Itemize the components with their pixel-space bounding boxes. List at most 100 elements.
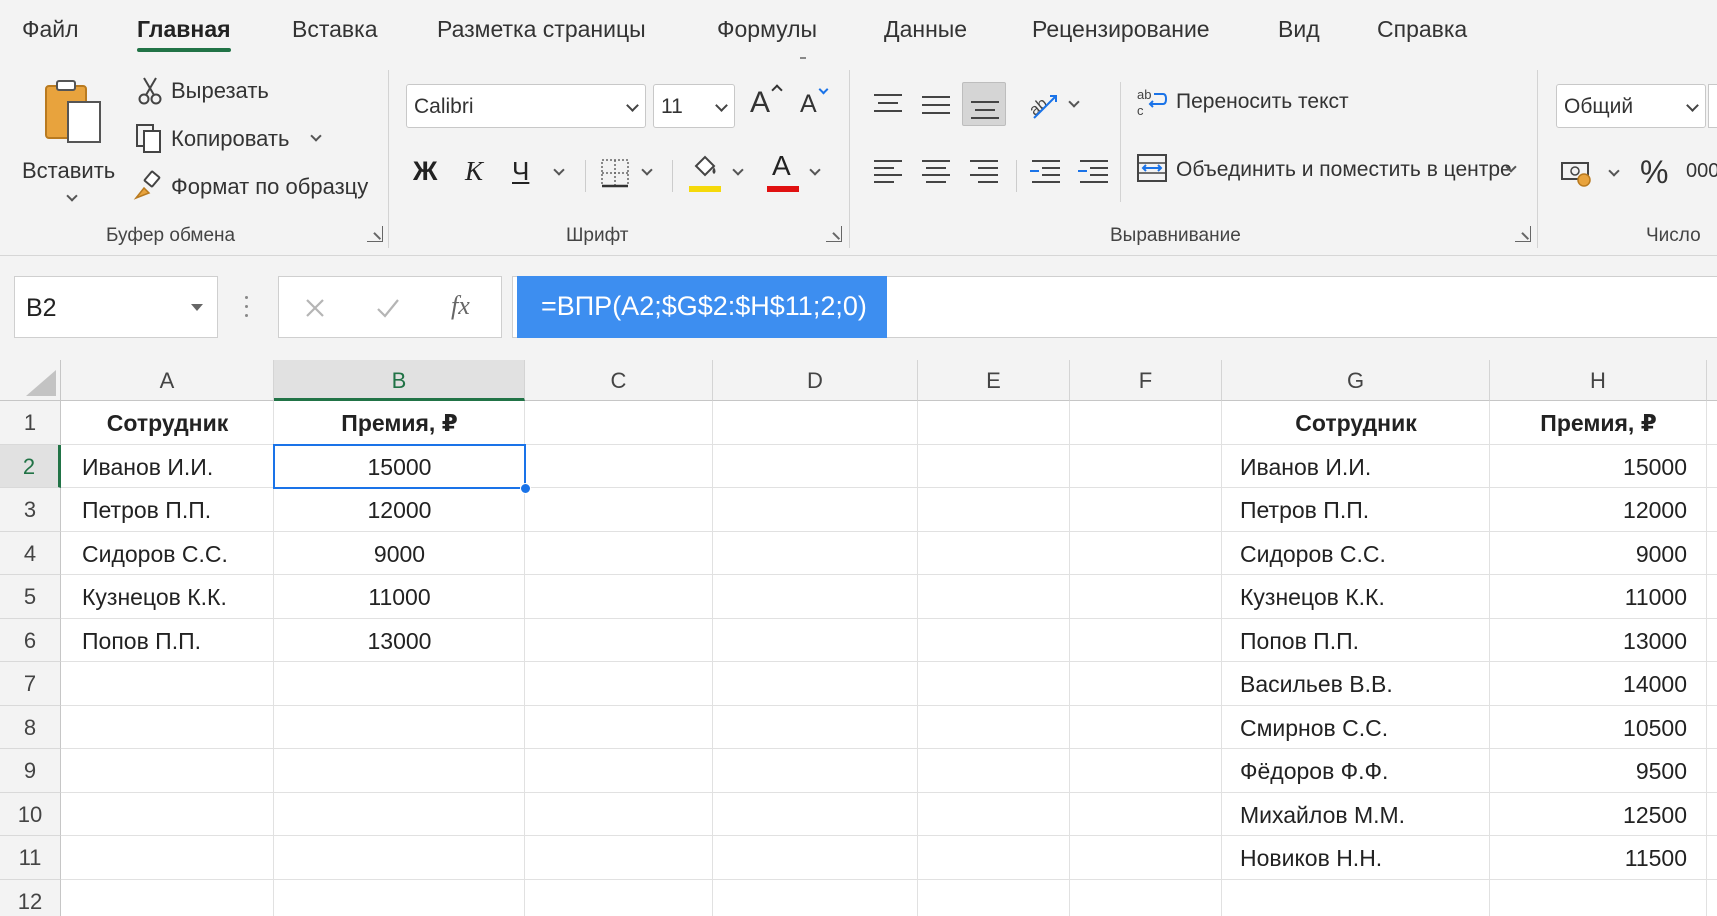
cell-h6[interactable]: 13000 [1490, 619, 1687, 655]
cell-g1[interactable]: Сотрудник [1222, 401, 1490, 437]
cell-g6[interactable]: Попов П.П. [1240, 619, 1359, 655]
orientation-button[interactable]: ab [1024, 82, 1084, 126]
formula-text[interactable]: =ВПР(A2;$G$2:$H$11;2;0) [517, 276, 887, 338]
cell-h11[interactable]: 11500 [1490, 836, 1687, 872]
row-header-12[interactable]: 12 [0, 880, 61, 916]
column-header-g[interactable]: G [1222, 360, 1490, 401]
align-bottom-button[interactable] [962, 82, 1006, 126]
row-header-5[interactable]: 5 [0, 575, 61, 619]
italic-button[interactable]: К [458, 150, 496, 196]
row-header-4[interactable]: 4 [0, 532, 61, 575]
cell-a5[interactable]: Кузнецов К.К. [82, 575, 227, 611]
tab-view[interactable]: Вид [1278, 16, 1320, 43]
cell-g10[interactable]: Михайлов М.М. [1240, 793, 1405, 829]
tab-help[interactable]: Справка [1377, 16, 1467, 43]
underline-button[interactable]: Ч [506, 150, 572, 196]
font-size-select[interactable]: 11 [653, 84, 735, 128]
shrink-font-button[interactable]: A [798, 84, 838, 130]
copy-chevron-down-icon[interactable] [310, 130, 322, 142]
borders-button[interactable] [598, 150, 662, 196]
enter-check-icon[interactable] [375, 296, 401, 320]
fill-color-button[interactable] [688, 150, 754, 196]
row-header-10[interactable]: 10 [0, 793, 61, 836]
font-color-button[interactable]: A [766, 150, 832, 196]
cell-a3[interactable]: Петров П.П. [82, 488, 211, 524]
cell-g2[interactable]: Иванов И.И. [1240, 445, 1371, 481]
font-launcher-icon[interactable] [826, 226, 842, 242]
cancel-icon[interactable] [303, 296, 327, 320]
column-header-c[interactable]: C [525, 360, 713, 401]
cell-h2[interactable]: 15000 [1490, 445, 1687, 481]
cell-b3[interactable]: 12000 [274, 488, 525, 524]
cell-b5[interactable]: 11000 [274, 575, 525, 611]
clipboard-launcher-icon[interactable] [367, 226, 383, 242]
cell-a1[interactable]: Сотрудник [61, 401, 274, 437]
cell-g3[interactable]: Петров П.П. [1240, 488, 1369, 524]
cell-a2[interactable]: Иванов И.И. [82, 445, 213, 481]
cell-h5[interactable]: 11000 [1490, 575, 1687, 611]
thousands-separator-button[interactable]: 000 [1684, 150, 1717, 194]
tab-insert[interactable]: Вставка [292, 16, 378, 43]
tab-review[interactable]: Рецензирование [1032, 16, 1210, 43]
currency-format-button[interactable] [1558, 154, 1628, 194]
row-header-8[interactable]: 8 [0, 706, 61, 749]
font-name-select[interactable]: Calibri [406, 84, 646, 128]
tab-file[interactable]: Файл [22, 16, 79, 43]
row-header-7[interactable]: 7 [0, 662, 61, 706]
column-header-a[interactable]: A [61, 360, 274, 401]
cell-g7[interactable]: Васильев В.В. [1240, 662, 1393, 698]
column-header-b[interactable]: B [274, 360, 525, 401]
format-painter-button[interactable]: Формат по образцу [130, 168, 390, 206]
cell-g9[interactable]: Фёдоров Ф.Ф. [1240, 749, 1388, 785]
row-header-3[interactable]: 3 [0, 488, 61, 532]
increase-indent-button[interactable] [1072, 150, 1116, 194]
cell-a4[interactable]: Сидоров С.С. [82, 532, 228, 568]
column-header-h[interactable]: H [1490, 360, 1707, 401]
align-middle-button[interactable] [914, 82, 958, 126]
cell-b4[interactable]: 9000 [274, 532, 525, 568]
decrease-indent-button[interactable] [1024, 150, 1068, 194]
merge-center-button[interactable]: Объединить и поместить в центре [1134, 148, 1524, 192]
tab-data[interactable]: Данные [884, 16, 967, 43]
cell-a6[interactable]: Попов П.П. [82, 619, 201, 655]
column-header-f[interactable]: F [1070, 360, 1222, 401]
select-all-corner[interactable] [0, 360, 61, 401]
align-right-button[interactable] [962, 150, 1006, 194]
align-top-button[interactable] [866, 82, 910, 126]
name-box[interactable]: B2 [14, 276, 218, 338]
tab-formulas[interactable]: Формулы [717, 16, 817, 43]
insert-function-icon[interactable]: fx [451, 291, 470, 321]
column-header-e[interactable]: E [918, 360, 1070, 401]
cell-h1[interactable]: Премия, ₽ [1490, 401, 1707, 437]
row-header-11[interactable]: 11 [0, 836, 61, 880]
fill-handle[interactable] [520, 483, 531, 494]
cell-h4[interactable]: 9000 [1490, 532, 1687, 568]
paste-chevron-down-icon[interactable] [66, 190, 78, 202]
formula-bar-grip-icon[interactable] [245, 296, 249, 318]
align-left-button[interactable] [866, 150, 910, 194]
cell-b1[interactable]: Премия, ₽ [274, 401, 525, 437]
tab-page-layout[interactable]: Разметка страницы [437, 16, 646, 43]
cell-g4[interactable]: Сидоров С.С. [1240, 532, 1386, 568]
align-center-button[interactable] [914, 150, 958, 194]
number-format-select[interactable]: Общий [1556, 84, 1706, 128]
cell-h8[interactable]: 10500 [1490, 706, 1687, 742]
wrap-text-button[interactable]: ab c Переносить текст [1134, 84, 1374, 124]
grow-font-button[interactable]: A [748, 82, 788, 128]
row-header-1[interactable]: 1 [0, 401, 61, 445]
row-header-2[interactable]: 2 [0, 445, 61, 488]
cell-g11[interactable]: Новиков Н.Н. [1240, 836, 1382, 872]
row-header-6[interactable]: 6 [0, 619, 61, 662]
cell-b6[interactable]: 13000 [274, 619, 525, 655]
bold-button[interactable]: Ж [410, 150, 448, 196]
cell-h9[interactable]: 9500 [1490, 749, 1687, 785]
paste-button[interactable]: Вставить [14, 74, 124, 214]
cell-h10[interactable]: 12500 [1490, 793, 1687, 829]
copy-button[interactable]: Копировать [130, 120, 390, 158]
cut-button[interactable]: Вырезать [130, 72, 390, 110]
percent-button[interactable]: % [1636, 150, 1676, 194]
cell-h3[interactable]: 12000 [1490, 488, 1687, 524]
cell-g5[interactable]: Кузнецов К.К. [1240, 575, 1385, 611]
column-header-d[interactable]: D [713, 360, 918, 401]
cell-g8[interactable]: Смирнов С.С. [1240, 706, 1388, 742]
